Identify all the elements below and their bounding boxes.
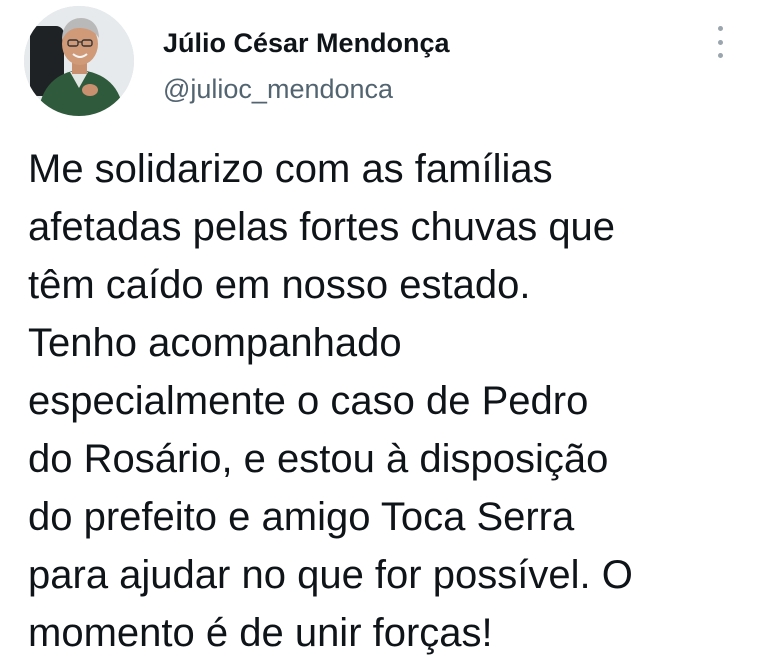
tweet-text-line: do Rosário, e estou à disposição	[28, 437, 609, 481]
tweet-text-line: afetadas pelas fortes chuvas que	[28, 205, 616, 249]
author-handle[interactable]: @julioc_mendonca	[163, 73, 393, 105]
tweet-text-line: para ajudar no que for possível. O	[28, 553, 633, 597]
tweet-card: Júlio César Mendonça @julioc_mendonca Me…	[0, 0, 765, 671]
tweet-text-line: têm caído em nosso estado.	[28, 263, 531, 307]
tweet-text-line: momento é de unir forças!	[28, 611, 493, 655]
author-display-name[interactable]: Júlio César Mendonça	[163, 27, 450, 59]
tweet-text-line: Me solidarizo com as famílias	[28, 147, 553, 191]
more-vertical-icon	[717, 53, 723, 58]
tweet-text-line: especialmente o caso de Pedro	[28, 379, 589, 423]
tweet-text-line: Tenho acompanhado	[28, 321, 402, 365]
profile-photo-icon	[24, 6, 134, 116]
more-options-button[interactable]	[706, 26, 734, 58]
author-avatar[interactable]	[24, 6, 134, 116]
tweet-text: Me solidarizo com as famílias afetadas p…	[28, 140, 748, 662]
more-vertical-icon	[717, 39, 723, 45]
tweet-text-line: do prefeito e amigo Toca Serra	[28, 495, 575, 539]
more-vertical-icon	[717, 26, 723, 31]
